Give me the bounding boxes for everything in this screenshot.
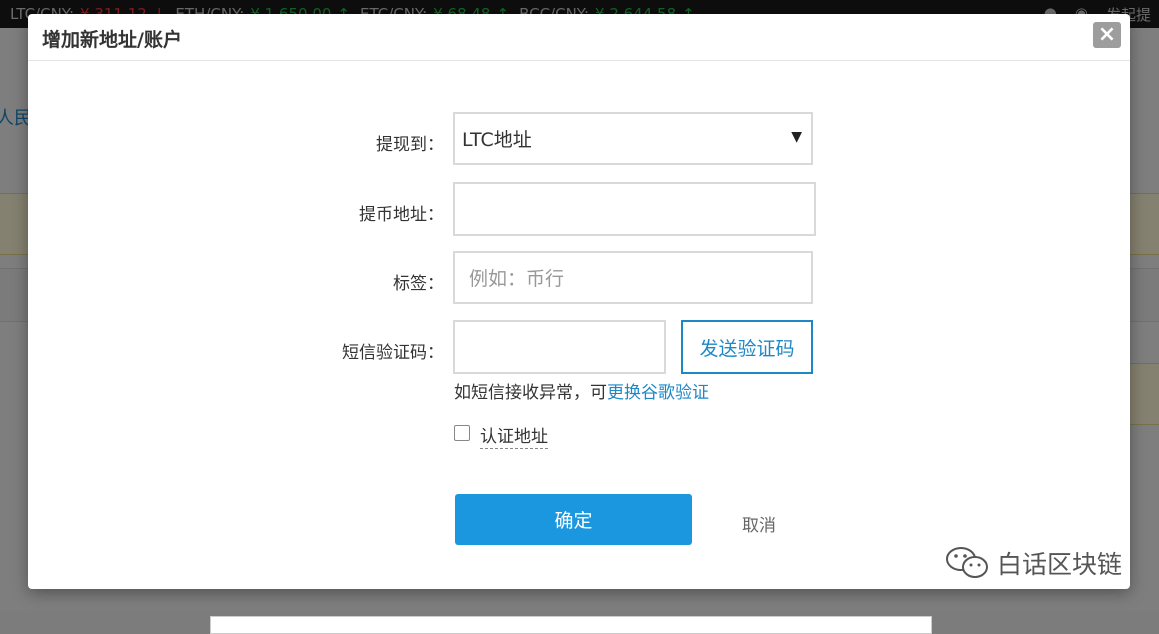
- verify-address-checkbox[interactable]: [454, 425, 470, 441]
- chevron-down-icon: ▼: [791, 129, 802, 145]
- withdraw-to-selected: LTC地址: [462, 129, 532, 151]
- tag-placeholder: 例如：币行: [469, 268, 565, 290]
- address-label: 提币地址：: [359, 205, 444, 225]
- background-footer: [210, 616, 932, 634]
- address-input[interactable]: [453, 182, 816, 236]
- confirm-button[interactable]: 确定: [455, 494, 692, 545]
- withdraw-to-label: 提现到：: [376, 135, 444, 155]
- verify-address-label[interactable]: 认证地址: [480, 422, 548, 449]
- tag-label: 标签：: [393, 274, 444, 294]
- send-code-button[interactable]: 发送验证码: [681, 320, 813, 374]
- add-address-dialog: 增加新地址/账户 × 提现到： LTC地址 ▼ 提币地址： 标签： 例如：币行 …: [28, 14, 1130, 589]
- cancel-button[interactable]: 取消: [742, 511, 776, 536]
- sms-code-input[interactable]: [453, 320, 666, 374]
- watermark-text: 白话区块链: [996, 550, 1122, 579]
- sms-hint: 如短信接收异常，可更换谷歌验证: [454, 378, 709, 403]
- watermark: 白话区块链: [945, 545, 1122, 581]
- switch-google-auth-link[interactable]: 更换谷歌验证: [607, 383, 709, 403]
- chat-bubbles-icon: [945, 547, 988, 578]
- sms-code-label: 短信验证码：: [342, 343, 444, 363]
- withdraw-to-select[interactable]: LTC地址 ▼: [453, 112, 813, 165]
- tag-input[interactable]: 例如：币行: [453, 251, 813, 304]
- close-icon[interactable]: ×: [1093, 22, 1121, 48]
- sms-hint-text: 如短信接收异常，可: [454, 383, 607, 403]
- dialog-header: 增加新地址/账户 ×: [28, 14, 1130, 61]
- dialog-title: 增加新地址/账户: [42, 29, 182, 51]
